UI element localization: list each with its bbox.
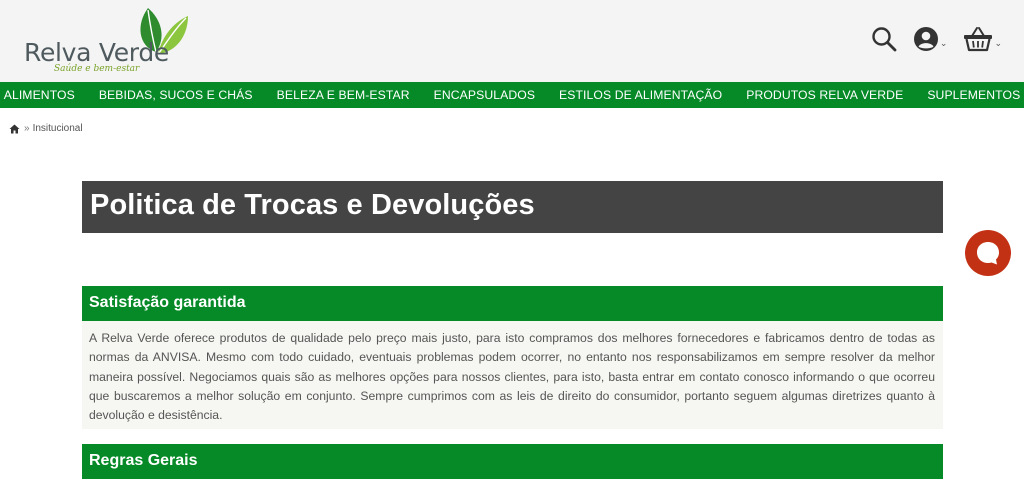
search-icon <box>872 27 897 52</box>
brand-name: Relva Verde <box>24 38 169 67</box>
user-icon <box>913 27 938 51</box>
section-heading-text: Satisfação garantida <box>89 294 246 311</box>
logo[interactable]: Relva Verde Saúde e bem-estar <box>24 6 194 78</box>
main-nav: ALIMENTOS BEBIDAS, SUCOS E CHÁS BELEZA E… <box>0 82 1024 108</box>
breadcrumb: » Insitucional <box>9 123 83 134</box>
brand-tagline: Saúde e bem-estar <box>54 64 140 74</box>
site-header: Relva Verde Saúde e bem-estar ⌄ ⌄ <box>0 0 1024 82</box>
breadcrumb-separator: » <box>24 123 30 134</box>
section-heading-regras: Regras Gerais <box>82 444 943 479</box>
nav-item-produtos[interactable]: PRODUTOS RELVA VERDE <box>746 88 903 102</box>
basket-icon <box>964 27 993 52</box>
chat-bubble-icon <box>977 242 999 265</box>
page-title: Politica de Trocas e Devoluções <box>90 189 535 221</box>
nav-item-encapsulados[interactable]: ENCAPSULADOS <box>434 88 535 102</box>
chevron-down-icon: ⌄ <box>939 37 948 48</box>
nav-item-beleza[interactable]: BELEZA E BEM-ESTAR <box>277 88 410 102</box>
header-actions: ⌄ ⌄ <box>855 24 1002 54</box>
nav-item-bebidas[interactable]: BEBIDAS, SUCOS E CHÁS <box>99 88 253 102</box>
chevron-down-icon: ⌄ <box>994 37 1002 48</box>
section-heading-text: Regras Gerais <box>89 452 198 469</box>
nav-item-suplementos[interactable]: SUPLEMENTOS <box>927 88 1020 102</box>
chat-button[interactable] <box>965 230 1011 276</box>
home-icon[interactable] <box>9 124 20 134</box>
account-button[interactable]: ⌄ <box>913 26 948 52</box>
section-heading-satisfacao: Satisfação garantida <box>82 286 943 321</box>
breadcrumb-current[interactable]: Insitucional <box>33 123 83 134</box>
nav-item-alimentos[interactable]: ALIMENTOS <box>4 88 75 102</box>
section-body-satisfacao: A Relva Verde oferece produtos de qualid… <box>82 321 943 429</box>
cart-button[interactable]: ⌄ <box>963 26 1002 52</box>
page-title-banner: Politica de Trocas e Devoluções <box>82 181 943 233</box>
search-button[interactable] <box>871 26 897 52</box>
nav-item-estilos[interactable]: ESTILOS DE ALIMENTAÇÃO <box>559 88 722 102</box>
